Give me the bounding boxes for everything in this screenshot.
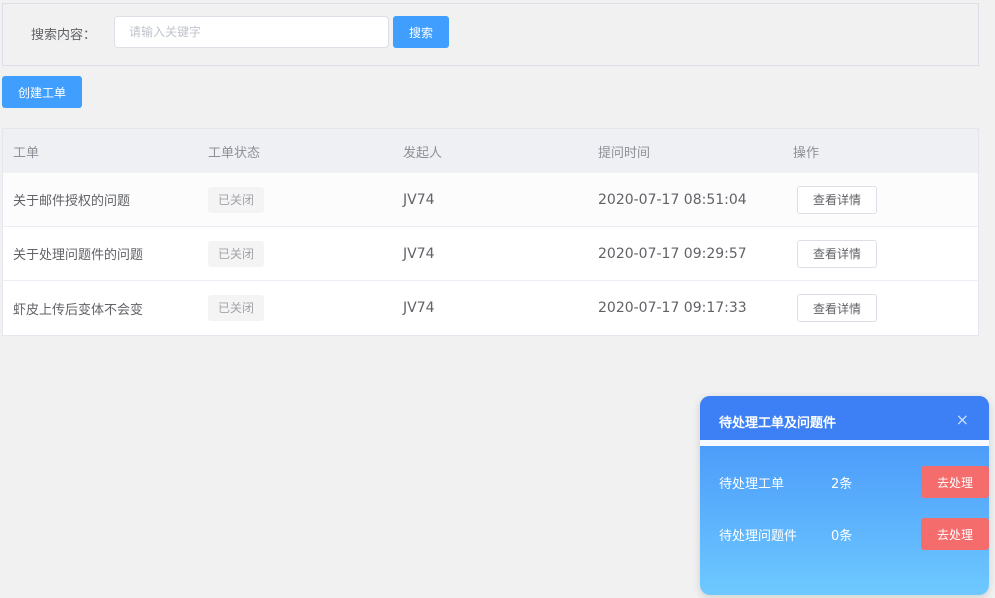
status-badge: 已关闭 <box>208 295 265 321</box>
pending-issues-count: 0条 <box>831 529 853 544</box>
search-panel: 搜索内容： 搜索 <box>2 3 979 66</box>
column-header-action: 操作 <box>793 145 820 161</box>
table-row: 关于处理问题件的问题 已关闭 JV74 2020-07-17 09:29:57 … <box>3 227 978 281</box>
ticket-initiator: JV74 <box>403 300 435 316</box>
close-icon[interactable]: × <box>956 410 969 429</box>
view-details-button[interactable]: 查看详情 <box>797 185 877 214</box>
pending-issues-row: 待处理问题件 0条 去处理 <box>700 518 989 550</box>
table-header: 工单 工单状态 发起人 提问时间 操作 <box>3 129 978 173</box>
column-header-time: 提问时间 <box>598 145 651 161</box>
popup-header: 待处理工单及问题件 × <box>700 396 989 440</box>
popup-divider <box>700 440 989 446</box>
search-input[interactable] <box>114 16 389 48</box>
search-label: 搜索内容： <box>31 28 97 43</box>
ticket-initiator: JV74 <box>403 191 435 208</box>
ticket-time: 2020-07-17 09:17:33 <box>598 300 747 316</box>
view-details-button[interactable]: 查看详情 <box>797 239 877 268</box>
create-ticket-button[interactable]: 创建工单 <box>2 76 82 108</box>
pending-issues-label: 待处理问题件 <box>719 529 798 544</box>
popup-title: 待处理工单及问题件 <box>719 416 837 431</box>
status-badge: 已关闭 <box>208 240 265 267</box>
pending-tickets-label: 待处理工单 <box>719 477 785 492</box>
ticket-time: 2020-07-17 09:29:57 <box>598 245 747 262</box>
pending-notification-popup: 待处理工单及问题件 × 待处理工单 2条 去处理 待处理问题件 0条 去处理 <box>700 396 989 595</box>
column-header-initiator: 发起人 <box>403 145 443 161</box>
ticket-initiator: JV74 <box>403 245 435 262</box>
status-badge: 已关闭 <box>208 186 265 213</box>
ticket-table: 工单 工单状态 发起人 提问时间 操作 关于邮件授权的问题 已关闭 JV74 2… <box>2 128 979 336</box>
column-header-status: 工单状态 <box>208 145 261 161</box>
column-header-ticket: 工单 <box>13 145 40 161</box>
ticket-title: 虾皮上传后变体不会变 <box>13 302 144 318</box>
view-details-button[interactable]: 查看详情 <box>797 294 877 322</box>
ticket-title: 关于处理问题件的问题 <box>13 248 144 263</box>
ticket-time: 2020-07-17 08:51:04 <box>598 191 747 208</box>
process-tickets-button[interactable]: 去处理 <box>921 466 989 498</box>
process-issues-button[interactable]: 去处理 <box>921 518 989 550</box>
pending-tickets-row: 待处理工单 2条 去处理 <box>700 466 989 498</box>
pending-tickets-count: 2条 <box>831 477 853 492</box>
search-button[interactable]: 搜索 <box>393 16 449 48</box>
table-row: 虾皮上传后变体不会变 已关闭 JV74 2020-07-17 09:17:33 … <box>3 281 978 335</box>
table-row: 关于邮件授权的问题 已关闭 JV74 2020-07-17 08:51:04 查… <box>3 173 978 227</box>
ticket-title: 关于邮件授权的问题 <box>13 194 131 209</box>
